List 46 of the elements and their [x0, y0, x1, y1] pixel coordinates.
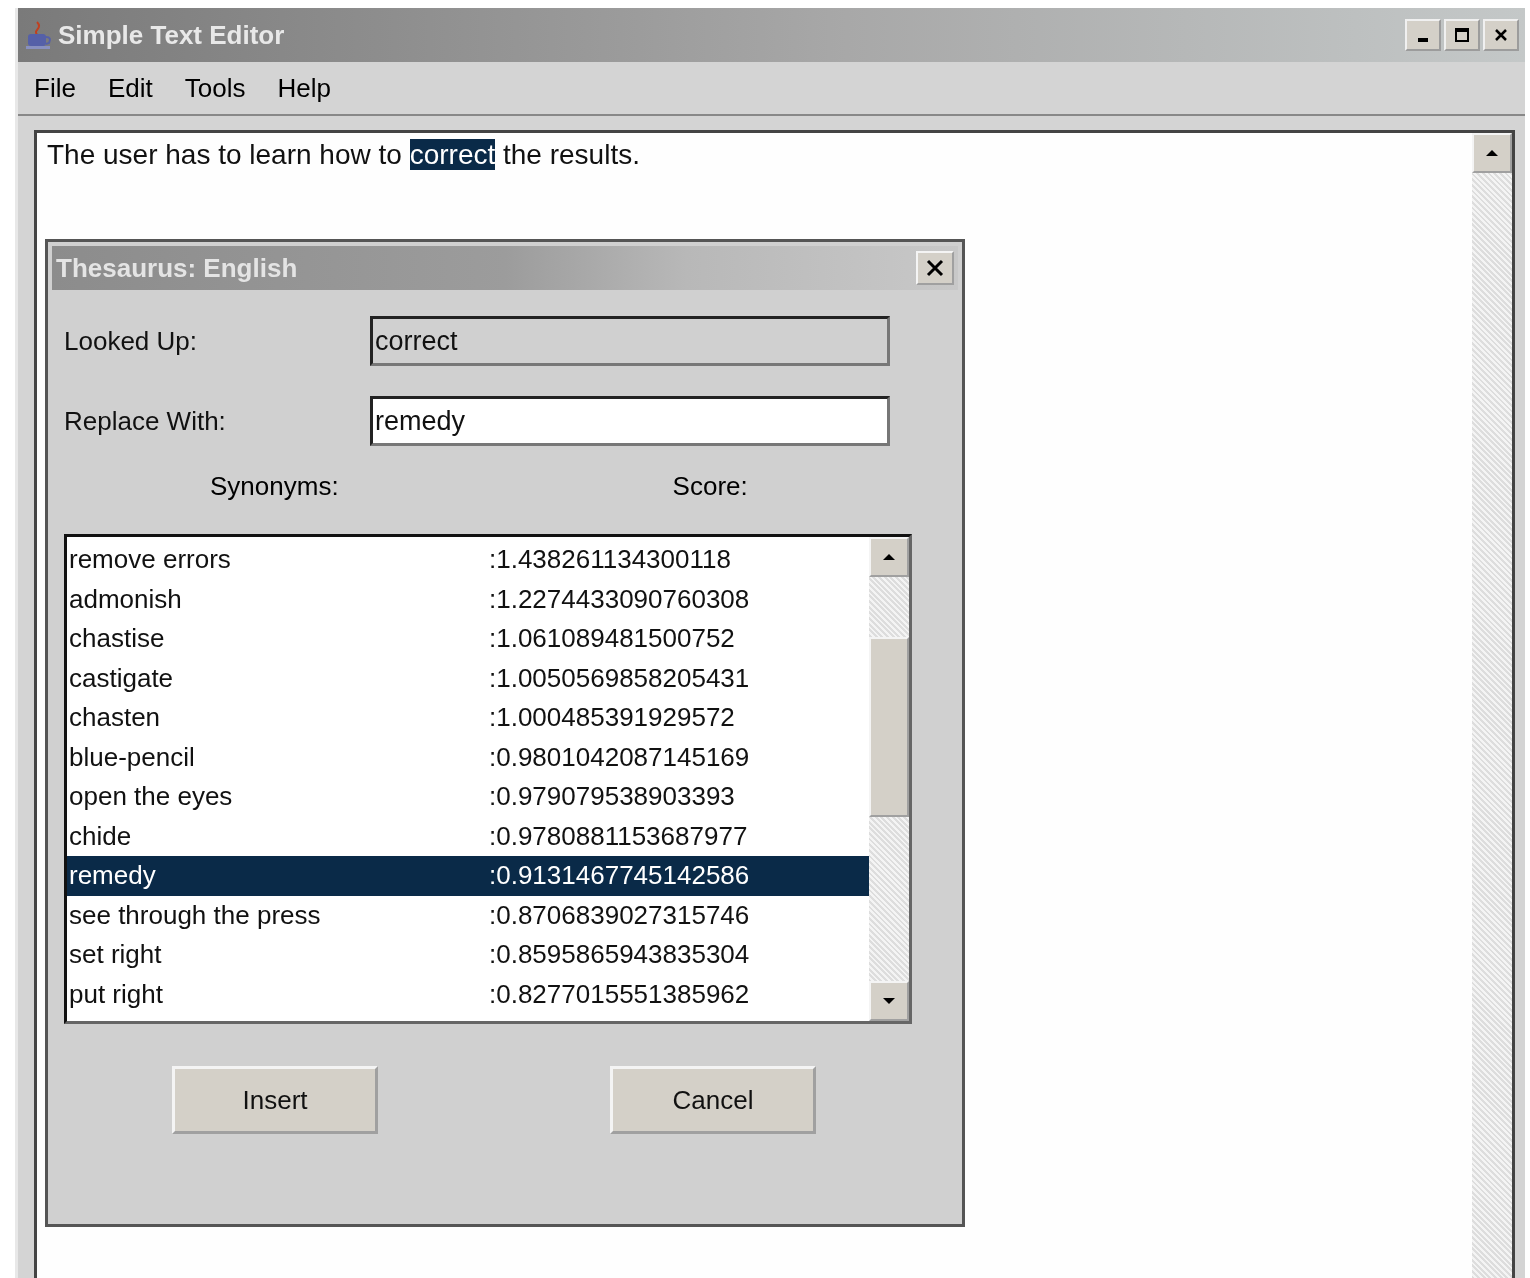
list-item[interactable]: open the eyes :0.979079538903393 — [67, 777, 869, 817]
input-field[interactable]: remedy — [370, 396, 890, 446]
list-item[interactable]: see through the press :0.8706839027315746 — [67, 895, 869, 935]
list-item[interactable]: blue-pencil :0.9801042087145169 — [67, 737, 869, 777]
menu-item[interactable]: Help — [277, 72, 331, 104]
menu-item[interactable]: Tools — [184, 72, 246, 104]
field-label: Looked Up: — [64, 325, 198, 357]
list-item[interactable]: put right :0.8277015551385962 — [67, 974, 869, 1014]
list-item[interactable]: chide :0.9780881153687977 — [67, 816, 869, 856]
dialog-title: Thesaurus: English — [56, 252, 298, 284]
column-header: Synonyms: — [210, 470, 339, 502]
scrollbar[interactable] — [1472, 133, 1512, 1278]
down-arrow-icon — [882, 997, 896, 1005]
cancel-button[interactable]: Cancel — [610, 1066, 816, 1134]
list-item[interactable]: set right :0.8595865943835304 — [67, 935, 869, 975]
scrollbar[interactable] — [869, 537, 909, 1021]
scroll-thumb[interactable] — [869, 637, 909, 817]
minimize-button[interactable] — [1405, 19, 1441, 51]
close-button[interactable] — [1483, 19, 1519, 51]
editor-text: correct — [409, 139, 496, 170]
list-item[interactable]: remedy :0.9131467745142586 — [67, 856, 869, 896]
list-item[interactable]: chastise :1.061089481500752 — [67, 619, 869, 659]
menu-item[interactable]: Edit — [107, 72, 153, 104]
close-icon — [925, 258, 945, 278]
minimize-icon — [1418, 38, 1428, 42]
list-item[interactable]: castigate :1.0050569858205431 — [67, 658, 869, 698]
editor-text: The user has to learn how to — [47, 139, 403, 170]
maximize-icon — [1454, 27, 1470, 43]
field-label: Replace With: — [64, 405, 227, 437]
insert-button[interactable]: Insert — [172, 1066, 378, 1134]
window-title: Simple Text Editor — [58, 19, 285, 51]
up-arrow-icon — [1485, 149, 1499, 157]
list-item[interactable]: chasten :1.000485391929572 — [67, 698, 869, 738]
close-button[interactable] — [916, 251, 954, 285]
list-item[interactable]: remove errors :1.438261134300118 — [67, 540, 869, 580]
menu-item[interactable]: File — [34, 72, 76, 104]
column-header: Score: — [672, 470, 748, 502]
editor-text: the results. — [502, 139, 640, 170]
list-item[interactable]: admonish :1.2274433090760308 — [67, 579, 869, 619]
scroll-up-button[interactable] — [869, 537, 909, 577]
scroll-down-button[interactable] — [869, 981, 909, 1021]
close-icon — [1493, 27, 1509, 43]
scroll-up-button[interactable] — [1472, 133, 1512, 173]
up-arrow-icon — [882, 553, 896, 561]
maximize-button[interactable] — [1444, 19, 1480, 51]
coffee-cup-icon — [24, 20, 54, 50]
